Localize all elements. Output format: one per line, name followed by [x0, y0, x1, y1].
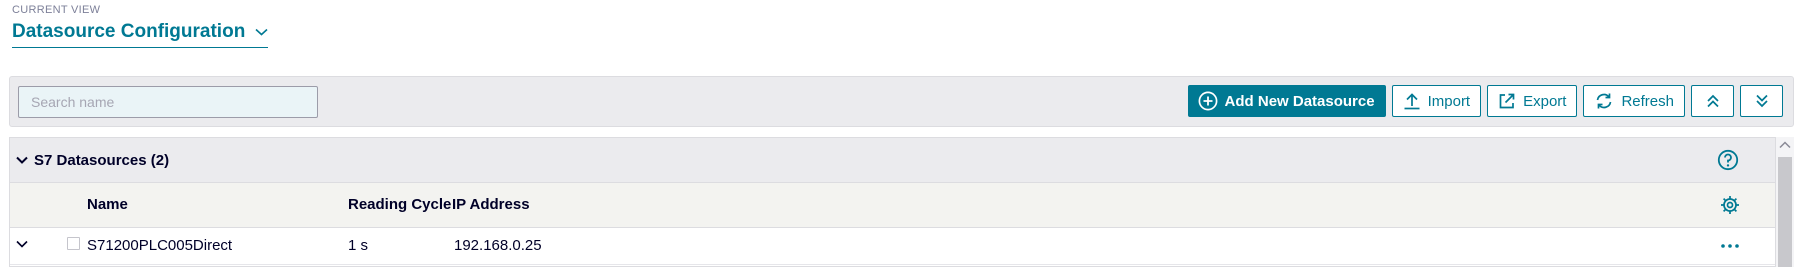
export-icon	[1499, 93, 1515, 109]
refresh-button[interactable]: Refresh	[1583, 85, 1685, 117]
table-row[interactable]: S71200PLC005Direct 1 s 192.168.0.25	[10, 228, 1775, 265]
chevron-down-icon	[255, 28, 268, 36]
search-input[interactable]	[18, 86, 318, 118]
add-datasource-label: Add New Datasource	[1224, 92, 1375, 110]
more-horizontal-icon[interactable]	[1721, 244, 1739, 248]
chevron-down-icon[interactable]	[16, 156, 28, 164]
scrollbar-thumb[interactable]	[1778, 157, 1792, 267]
row-checkbox[interactable]	[67, 237, 80, 250]
datasource-panel: S7 Datasources (2) Name Reading Cycle IP…	[9, 137, 1776, 267]
table-header: Name Reading Cycle IP Address	[10, 183, 1775, 228]
view-title: Datasource Configuration	[12, 21, 246, 42]
toolbar-actions: Add New Datasource Import Export Refresh	[1187, 85, 1783, 117]
plus-circle-icon	[1198, 91, 1217, 111]
group-header: S7 Datasources (2)	[10, 138, 1775, 183]
help-circle-icon[interactable]	[1717, 149, 1739, 171]
cell-reading-cycle: 1 s	[348, 237, 369, 254]
expand-all-button[interactable]	[1740, 85, 1783, 117]
gear-icon[interactable]	[1720, 195, 1740, 215]
export-button[interactable]: Export	[1487, 85, 1578, 117]
refresh-label: Refresh	[1621, 92, 1674, 110]
double-chevron-down-icon	[1755, 94, 1768, 108]
column-header-name[interactable]: Name	[87, 183, 128, 227]
column-header-reading-cycle[interactable]: Reading Cycle	[348, 183, 451, 227]
refresh-icon	[1597, 93, 1612, 109]
group-title: S7 Datasources (2)	[34, 151, 170, 169]
collapse-all-button[interactable]	[1691, 85, 1734, 117]
cell-ip-address: 192.168.0.25	[454, 237, 542, 254]
view-selector[interactable]: Datasource Configuration	[12, 20, 269, 48]
add-datasource-button[interactable]: Add New Datasource	[1187, 85, 1386, 117]
column-header-ip-address[interactable]: IP Address	[452, 183, 530, 227]
cell-name: S71200PLC005Direct	[87, 237, 233, 254]
upload-icon	[1404, 93, 1420, 110]
vertical-scrollbar[interactable]	[1776, 137, 1794, 267]
import-label: Import	[1427, 92, 1471, 110]
double-chevron-up-icon	[1706, 94, 1719, 108]
import-button[interactable]: Import	[1391, 85, 1482, 117]
chevron-down-icon[interactable]	[16, 240, 28, 248]
scroll-up-arrow-icon[interactable]	[1779, 141, 1791, 149]
toolbar: Add New Datasource Import Export Refre	[9, 76, 1794, 127]
export-label: Export	[1523, 92, 1567, 110]
view-header: CURRENT VIEW Datasource Configuration	[12, 4, 269, 48]
view-caption: CURRENT VIEW	[12, 4, 101, 16]
